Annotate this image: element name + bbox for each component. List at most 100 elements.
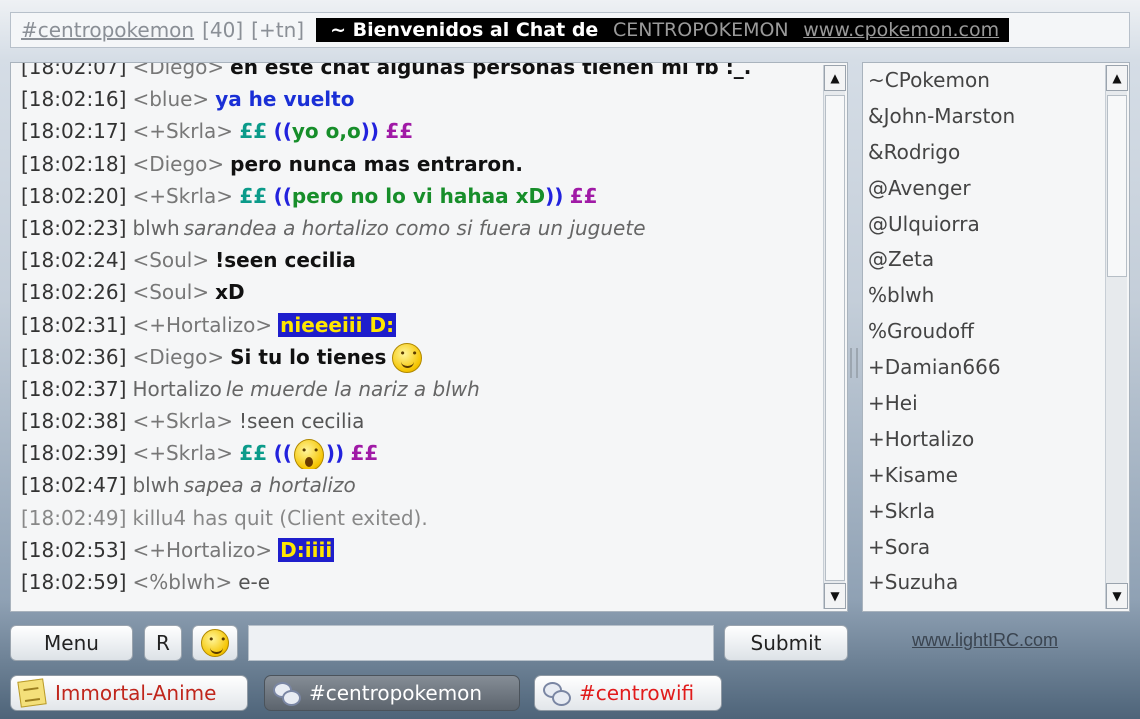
user-list-item[interactable]: @Avenger xyxy=(863,171,1103,207)
message-part: ££ xyxy=(385,119,414,144)
action-actor: blwh xyxy=(132,215,180,240)
scroll-down-arrow-icon[interactable]: ▼ xyxy=(824,583,846,609)
message-row: [18:02:49] killu4 has quit (Client exited… xyxy=(21,502,821,534)
nickname[interactable]: <blue> xyxy=(132,87,209,111)
smiley-emoticon-icon xyxy=(392,343,423,373)
tab-centrowifi[interactable]: #centrowifi xyxy=(534,675,722,711)
message-part: (( xyxy=(273,119,292,144)
nickname[interactable]: <+Skrla> xyxy=(132,409,233,433)
user-list-item[interactable]: +Damian666 xyxy=(863,350,1103,386)
message-part: ££ xyxy=(239,183,268,208)
message-row: [18:02:38] <+Skrla> !seen cecilia xyxy=(21,405,821,437)
topic-url-link[interactable]: www.cpokemon.com xyxy=(803,19,999,41)
channel-topic: ~ Bienvenidos al Chat de CENTROPOKEMON w… xyxy=(316,18,1010,42)
message-text: en este chat algunas personas tienen mi … xyxy=(230,63,752,79)
channel-name-link[interactable]: #centropokemon xyxy=(21,18,194,42)
nickname[interactable]: <+Hortalizo> xyxy=(132,313,272,337)
user-list-item[interactable]: %Groudoff xyxy=(863,314,1103,350)
nickname[interactable]: <Diego> xyxy=(132,152,224,176)
action-text: le muerde la nariz a blwh xyxy=(225,376,480,401)
nickname[interactable]: <Soul> xyxy=(132,248,209,272)
user-count: [40] xyxy=(202,18,244,42)
message-row: [18:02:17] <+Skrla> ££ ((yo o,o)) ££ xyxy=(21,115,821,147)
action-actor: Hortalizo xyxy=(132,376,222,401)
channel-header: #centropokemon [40] [+tn] ~ Bienvenidos … xyxy=(10,12,1130,48)
tab-immortal-anime[interactable]: Immortal-Anime xyxy=(10,675,248,711)
message-text: ya he vuelto xyxy=(215,87,355,112)
user-list-scrollbar[interactable]: ▲ ▼ xyxy=(1105,65,1128,609)
message-text: pero nunca mas entraron. xyxy=(230,151,523,176)
shocked-emoticon-icon xyxy=(293,438,324,470)
user-list-item[interactable]: &Rodrigo xyxy=(863,135,1103,171)
timestamp: [18:02:37] xyxy=(21,376,127,401)
chat-scroll-thumb[interactable] xyxy=(825,95,845,581)
chat-bubbles-icon xyxy=(543,680,571,706)
message-row: [18:02:16] <blue> ya he vuelto xyxy=(21,83,821,115)
menu-button[interactable]: Menu xyxy=(10,625,133,661)
user-list-item[interactable]: ~CPokemon xyxy=(863,63,1103,99)
user-list-item[interactable]: +Suzuha xyxy=(863,565,1103,601)
timestamp: [18:02:18] xyxy=(21,151,127,176)
nickname[interactable]: <+Skrla> xyxy=(132,184,233,208)
message-input[interactable] xyxy=(248,625,714,661)
message-text: nieeeiii D: xyxy=(278,312,397,337)
nickname[interactable]: <+Skrla> xyxy=(132,441,233,465)
chat-scrollbar[interactable]: ▲ ▼ xyxy=(823,65,846,609)
action-message: blwh sarandea a hortalizo como si fuera u… xyxy=(132,216,645,240)
user-list-item[interactable]: +Skrla xyxy=(863,494,1103,530)
timestamp: [18:02:26] xyxy=(21,280,127,305)
lightirc-brand-link[interactable]: www.lightIRC.com xyxy=(912,630,1058,651)
user-list-item[interactable]: %blwh xyxy=(863,278,1103,314)
message-part: )) xyxy=(360,119,379,144)
nickname[interactable]: <Diego> xyxy=(132,63,224,79)
nickname[interactable]: <%blwh> xyxy=(132,570,232,594)
nickname[interactable]: <Soul> xyxy=(132,280,209,304)
emoticon-button[interactable] xyxy=(192,625,238,661)
timestamp: [18:02:20] xyxy=(21,183,127,208)
user-list-item[interactable]: +Hortalizo xyxy=(863,422,1103,458)
nickname[interactable]: <Diego> xyxy=(132,345,224,369)
scroll-up-arrow-icon[interactable]: ▲ xyxy=(824,65,846,91)
message-part: )) xyxy=(545,183,564,208)
user-list-item[interactable]: +Sora xyxy=(863,530,1103,566)
message-part: (( xyxy=(273,441,292,466)
message-text: !seen cecilia xyxy=(215,248,356,273)
scroll-down-arrow-icon[interactable]: ▼ xyxy=(1106,583,1128,609)
user-list-scroll-thumb[interactable] xyxy=(1107,95,1127,277)
scroll-up-arrow-icon[interactable]: ▲ xyxy=(1106,65,1128,91)
message-row: [18:02:36] <Diego> Si tu lo tienes xyxy=(21,341,821,373)
tab-centropokemon[interactable]: #centropokemon xyxy=(264,675,520,711)
user-list-item[interactable]: @Ulquiorra xyxy=(863,207,1103,243)
message-row: [18:02:23] blwh sarandea a hortalizo como … xyxy=(21,212,821,244)
message-text: e-e xyxy=(238,570,271,594)
timestamp: [18:02:07] xyxy=(21,63,127,79)
r-button[interactable]: R xyxy=(144,625,182,661)
timestamp: [18:02:23] xyxy=(21,215,127,240)
chat-panel: [18:02:07] <Diego> en este chat algunas pe… xyxy=(10,62,848,612)
channel-modes: [+tn] xyxy=(251,18,305,42)
submit-button[interactable]: Submit xyxy=(724,625,848,661)
action-message: blwh sapea a hortalizo xyxy=(132,473,355,497)
message-list: [18:02:07] <Diego> en este chat algunas pe… xyxy=(11,63,821,611)
message-row: [18:02:59] <%blwh> e-e xyxy=(21,566,821,598)
panel-splitter-handle[interactable] xyxy=(850,348,858,378)
timestamp: [18:02:17] xyxy=(21,119,127,144)
user-list-panel: ~CPokemon &John-Marston &Rodrigo @Avenge… xyxy=(862,62,1130,612)
user-list-item[interactable]: &John-Marston xyxy=(863,99,1103,135)
message-part: yo o,o xyxy=(291,119,361,144)
timestamp: [18:02:59] xyxy=(21,570,127,594)
user-list-item[interactable]: +Kisame xyxy=(863,458,1103,494)
user-list-item[interactable]: +Hei xyxy=(863,386,1103,422)
user-list: ~CPokemon &John-Marston &Rodrigo @Avenge… xyxy=(863,63,1103,611)
message-text: !seen cecilia xyxy=(239,409,365,434)
timestamp: [18:02:16] xyxy=(21,87,127,112)
user-list-item[interactable]: @Zeta xyxy=(863,242,1103,278)
message-row: [18:02:26] <Soul> xD xyxy=(21,276,821,308)
message-row: [18:02:31] <+Hortalizo> nieeeiii D: xyxy=(21,309,821,341)
message-text: Si tu lo tienes xyxy=(230,344,387,369)
nickname[interactable]: <+Hortalizo> xyxy=(132,538,272,562)
message-text: xD xyxy=(215,280,245,305)
nickname[interactable]: <+Skrla> xyxy=(132,119,233,143)
message-row: [18:02:24] <Soul> !seen cecilia xyxy=(21,244,821,276)
message-text: D:iiii xyxy=(278,537,335,562)
